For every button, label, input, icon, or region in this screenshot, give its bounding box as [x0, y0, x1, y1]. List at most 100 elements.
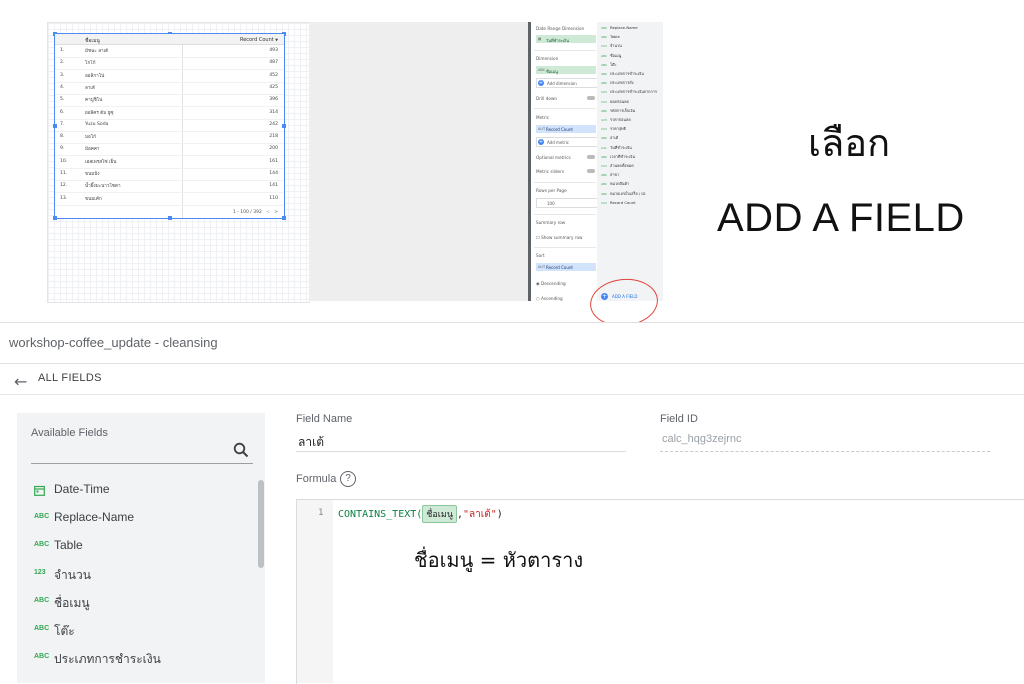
table-row[interactable]: 3. ออลิกาโน่ 452 — [55, 70, 284, 83]
table-row[interactable]: 11. ขนมปัง 144 — [55, 168, 284, 181]
field-type-icon: ABC — [601, 154, 608, 159]
divider — [534, 108, 596, 109]
row-menu-name: ขนมปัง — [85, 172, 100, 177]
data-field-item[interactable]: ABC ประเภทการชำระเงิน — [601, 71, 644, 77]
ascending-radio[interactable]: ○ Ascending — [536, 296, 563, 301]
available-field-label: Date-Time — [54, 482, 110, 496]
metric-sliders-toggle[interactable] — [587, 169, 595, 173]
descending-radio[interactable]: ◉ Descending — [536, 281, 566, 286]
table-row[interactable]: 8. มอโก้ 218 — [55, 131, 284, 145]
available-field-label: ประเภทการชำระเงิน — [54, 652, 161, 666]
date-chip-label: วันที่ชำระเงิน — [546, 38, 569, 43]
resize-handle[interactable] — [282, 216, 286, 220]
summary-row-label: Summary row — [536, 220, 566, 225]
plus-icon: + — [538, 139, 544, 145]
date-range-chip[interactable]: ▦ วันที่ชำระเงิน — [536, 35, 596, 43]
row-record-count: 141 — [269, 183, 278, 189]
scrollbar[interactable] — [258, 480, 264, 568]
ascending-label: Ascending — [541, 296, 563, 301]
row-menu-name: น้ำผึ้งมะนาวโซดา — [85, 184, 121, 190]
data-field-item[interactable]: ABC เวลาที่ชำระเงิน — [601, 154, 635, 160]
field-type-icon: ABC — [601, 173, 608, 178]
optional-metrics-toggle[interactable] — [587, 155, 595, 159]
field-name-input[interactable]: ลาเต้ — [298, 433, 324, 452]
field-label: ชื่อเมนู — [610, 52, 622, 58]
data-field-item[interactable]: 123 ราคาสุทธิ — [601, 126, 626, 132]
row-number: 2. — [60, 60, 65, 66]
data-field-item[interactable]: ABC โต๊ะ — [601, 62, 617, 68]
drill-down-toggle[interactable] — [587, 96, 595, 100]
row-number: 9. — [60, 146, 65, 152]
back-arrow-icon[interactable]: ← — [14, 372, 27, 391]
field-type-icon: ABC — [601, 182, 608, 187]
data-field-item[interactable]: ABC สาขา — [601, 172, 619, 178]
field-type-icon: 123 — [601, 200, 607, 205]
data-field-item[interactable]: 123 ยอดก่อนลด — [601, 99, 629, 105]
properties-panel: Date Range Dimension ▦ วันที่ชำระเงิน Dim… — [528, 22, 599, 301]
data-field-item[interactable]: ABC Replace-Name — [601, 25, 638, 30]
available-fields-title: Available Fields — [31, 427, 108, 439]
data-field-item[interactable]: ABC หมายเลขใบเสร็จ / ID — [601, 191, 645, 197]
field-label: รหัสการเก็บเงิน — [610, 107, 636, 113]
calendar-icon: ▦ — [538, 37, 542, 41]
data-field-item[interactable]: ABC ประเภทการสั่ง — [601, 80, 633, 86]
data-field-item[interactable]: 123 ส่วนลดทั้งหมด — [601, 163, 634, 169]
divider — [534, 182, 596, 183]
help-icon[interactable]: ? — [340, 471, 356, 487]
row-record-count: 452 — [269, 72, 278, 78]
dimension-chip[interactable]: ABC ชื่อเมนู — [536, 66, 596, 74]
formula-field-chip[interactable]: ชื่อเมนู — [422, 505, 457, 523]
field-label: สาขา — [610, 172, 620, 178]
field-label: ประเภทการชำระเงินจากการ — [610, 89, 657, 95]
data-field-item[interactable]: 123 Record Count — [601, 200, 636, 205]
prev-page-icon[interactable]: < — [266, 210, 270, 215]
metric-chip[interactable]: AUT Record Count — [536, 125, 596, 133]
show-summary-checkbox[interactable]: ☐ Show summary row — [536, 235, 582, 240]
data-field-item[interactable]: ABC ลาเต้ — [601, 135, 618, 141]
formula-code-line[interactable]: CONTAINS_TEXT(ชื่อเมนู ,"ลาเต้") — [338, 505, 503, 523]
add-dimension-button[interactable]: + Add dimension — [536, 78, 598, 88]
sort-chip[interactable]: AUT Record Count — [536, 263, 596, 271]
table-pager: 1 - 100 / 392 < > — [233, 210, 278, 215]
table-row[interactable]: 6. ยอลิคร ต้ม ยูซุ 314 — [55, 107, 284, 120]
table-row[interactable]: 12. น้ำผึ้งมะนาวโซดา 141 — [55, 180, 284, 194]
rows-per-page-select[interactable]: 100 — [536, 198, 598, 208]
data-field-item[interactable]: ABC Table — [601, 34, 620, 39]
table-row[interactable]: 9. มัอคคา 200 — [55, 143, 284, 157]
header-dimension[interactable]: ชื่อเมนู — [85, 37, 100, 45]
add-metric-button[interactable]: + Add metric — [536, 137, 598, 147]
data-field-item[interactable]: ABC หมวดสินค้า — [601, 181, 629, 187]
resize-handle[interactable] — [168, 216, 172, 220]
table-row[interactable]: 4. ลาเต้ 425 — [55, 82, 284, 95]
formula-editor[interactable] — [296, 499, 1024, 684]
data-field-item[interactable]: 123 ราคาก่อนลด — [601, 117, 631, 123]
field-type-icon: ABC — [34, 625, 50, 632]
table-row[interactable]: 7. Yuzu Soda 242 — [55, 119, 284, 132]
next-page-icon[interactable]: > — [274, 210, 278, 215]
field-id-value: calc_hqg3zejrnc — [662, 433, 742, 445]
add-metric-label: Add metric — [547, 140, 569, 145]
search-icon[interactable] — [233, 442, 249, 458]
row-menu-name: มอโก้ — [85, 135, 97, 141]
data-field-item[interactable]: 123 ประเภทการชำระเงินจากการ — [601, 89, 657, 95]
table-row[interactable]: 2. โกโก้ 487 — [55, 57, 284, 71]
data-field-item[interactable]: ABC ชื่อเมนู — [601, 53, 621, 59]
report-table[interactable]: ชื่อเมนู Record Count ▼ 1. มัชฉะ ลาเต้ 493… — [53, 32, 286, 220]
plus-icon: + — [538, 80, 544, 86]
table-row[interactable]: 10. เอสเพรสโซ่ เย็น 161 — [55, 156, 284, 169]
field-label: ประเภทการสั่ง — [610, 80, 634, 86]
table-row[interactable]: 1. มัชฉะ ลาเต้ 493 — [55, 45, 284, 58]
data-field-item[interactable]: ABC รหัสการเก็บเงิน — [601, 108, 635, 114]
field-label: ยอดก่อนลด — [610, 98, 629, 104]
search-underline — [31, 463, 253, 464]
resize-handle[interactable] — [53, 216, 57, 220]
data-field-item[interactable]: CAL วันที่ชำระเงิน — [601, 145, 632, 151]
table-row[interactable]: 5. คาปูชิโน่ 396 — [55, 94, 284, 108]
formula-label: Formula — [296, 473, 337, 485]
field-label: หมวดสินค้า — [610, 181, 630, 187]
all-fields-link[interactable]: ALL FIELDS — [38, 372, 102, 384]
header-metric[interactable]: Record Count ▼ — [240, 37, 278, 43]
row-record-count: 144 — [269, 171, 278, 176]
data-field-item[interactable]: 123 จำนวน — [601, 43, 622, 49]
table-row[interactable]: 13. ขนมเค้ก 110 — [55, 193, 284, 206]
